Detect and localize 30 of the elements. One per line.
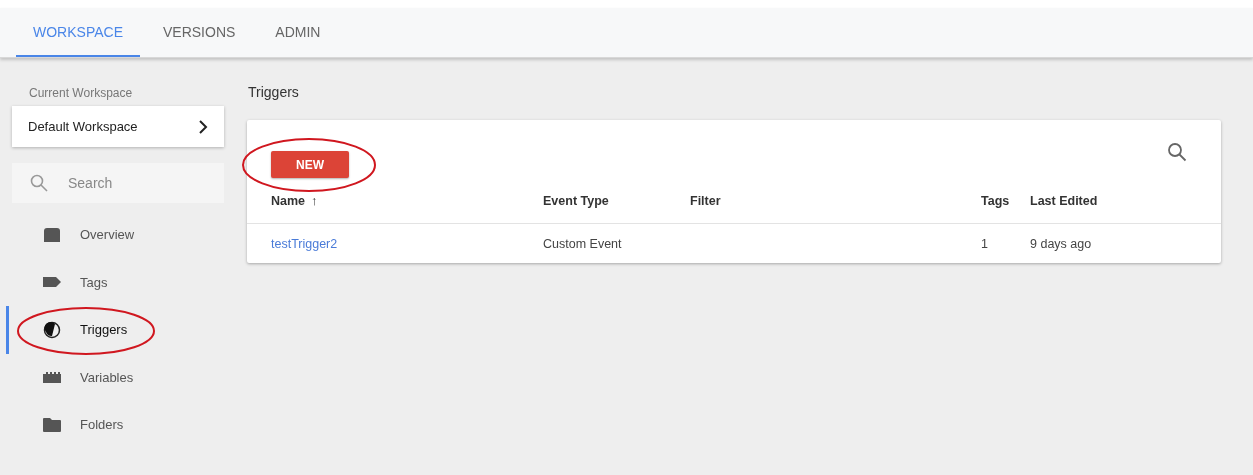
trigger-icon	[42, 320, 62, 339]
table-cell-text: 1	[981, 236, 989, 251]
column-header[interactable]: Name	[271, 193, 306, 208]
sort-arrow[interactable]: ↑	[311, 193, 318, 208]
search-icon	[30, 174, 48, 192]
column-header[interactable]: Event Type	[543, 193, 609, 208]
column-header[interactable]: Last Edited	[1030, 193, 1098, 208]
workspace-label: Current Workspace	[29, 86, 134, 100]
nav-item[interactable]: Overview	[6, 211, 224, 259]
tag-icon	[42, 276, 62, 289]
page-title: Triggers	[248, 84, 300, 100]
search-icon[interactable]	[1167, 142, 1187, 162]
workspace-selector[interactable]: Default Workspace	[12, 106, 224, 147]
table-cell-text: Custom Event	[543, 236, 623, 251]
new-button[interactable]: NEW	[271, 151, 349, 178]
nav-item[interactable]: Variables	[6, 353, 224, 401]
nav-item[interactable]: Folders	[6, 401, 224, 449]
column-header[interactable]: Tags	[981, 193, 1010, 208]
tab[interactable]: ADMIN	[258, 8, 338, 57]
tab[interactable]: VERSIONS	[146, 8, 253, 57]
search-field[interactable]: Search	[12, 163, 224, 203]
nav-item[interactable]: Triggers	[6, 306, 224, 354]
trigger-link[interactable]: testTrigger2	[271, 236, 543, 251]
table-cell-text: 9 days ago	[1030, 236, 1093, 251]
column-header[interactable]: Filter	[690, 193, 721, 208]
tray-icon	[42, 226, 62, 243]
blocks-icon	[42, 371, 62, 384]
folder-icon	[42, 416, 62, 433]
chevron-icon	[198, 119, 208, 134]
nav-item[interactable]: Tags	[6, 258, 224, 306]
